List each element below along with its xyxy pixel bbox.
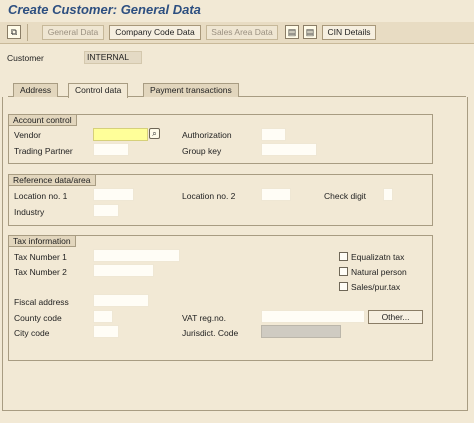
- additional-data-empties-icon[interactable]: ▤: [303, 25, 317, 39]
- vat-reg-no-label: VAT reg.no.: [182, 313, 226, 323]
- city-code-input[interactable]: [93, 325, 119, 338]
- location-no2-input[interactable]: [261, 188, 291, 201]
- tab-address-label: Address: [20, 85, 52, 95]
- trading-partner-label: Trading Partner: [14, 146, 73, 156]
- sales-pur-tax-checkbox[interactable]: [339, 282, 348, 291]
- title-bar: Create Customer: General Data: [0, 0, 474, 22]
- check-digit-input[interactable]: [383, 188, 393, 201]
- tax-number2-input[interactable]: [93, 264, 154, 277]
- group-key-input[interactable]: [261, 143, 317, 156]
- vat-reg-no-input[interactable]: [261, 310, 365, 323]
- location-no2-label: Location no. 2: [182, 191, 236, 201]
- other-customer-icon[interactable]: ⧉: [7, 25, 21, 39]
- check-digit-label: Check digit: [324, 191, 367, 201]
- equalization-tax-label: Equalizatn tax: [351, 252, 405, 262]
- location-no1-label: Location no. 1: [14, 191, 68, 201]
- search-help-icon[interactable]: ⌕: [149, 128, 160, 139]
- equalization-tax-checkbox[interactable]: [339, 252, 348, 261]
- tab-address[interactable]: Address: [13, 83, 59, 97]
- authorization-input[interactable]: [261, 128, 286, 141]
- tax-number1-input[interactable]: [93, 249, 180, 262]
- industry-input[interactable]: [93, 204, 119, 217]
- tab-control-data-label: Control data: [75, 85, 122, 95]
- other-button[interactable]: Other...: [368, 310, 423, 324]
- city-code-label: City code: [14, 328, 50, 338]
- jurisdict-code-input: [261, 325, 341, 338]
- additional-data-icon[interactable]: ▤: [285, 25, 299, 39]
- toolbar-separator: [27, 24, 28, 41]
- vendor-input[interactable]: [93, 128, 148, 141]
- county-code-label: County code: [14, 313, 62, 323]
- tax-number2-label: Tax Number 2: [14, 267, 67, 277]
- cin-details-button[interactable]: CIN Details: [322, 25, 376, 40]
- industry-label: Industry: [14, 207, 45, 217]
- tax-information-title: Tax information: [9, 236, 76, 247]
- location-no1-input[interactable]: [93, 188, 134, 201]
- company-code-data-button[interactable]: Company Code Data: [109, 25, 201, 40]
- tax-number1-label: Tax Number 1: [14, 252, 67, 262]
- reference-data-title: Reference data/area: [9, 175, 96, 186]
- page-title: Create Customer: General Data: [8, 2, 201, 17]
- group-key-label: Group key: [182, 146, 222, 156]
- fiscal-address-input[interactable]: [93, 294, 149, 307]
- authorization-label: Authorization: [182, 130, 232, 140]
- account-control-title: Account control: [9, 115, 77, 126]
- general-data-button[interactable]: General Data: [42, 25, 104, 40]
- natural-person-label: Natural person: [351, 267, 407, 277]
- jurisdict-code-label: Jurisdict. Code: [182, 328, 239, 338]
- trading-partner-input[interactable]: [93, 143, 129, 156]
- fiscal-address-label: Fiscal address: [14, 297, 69, 307]
- sales-area-data-button[interactable]: Sales Area Data: [206, 25, 278, 40]
- customer-field: INTERNAL: [84, 51, 142, 64]
- tab-control-data[interactable]: Control data: [68, 83, 129, 98]
- sales-pur-tax-label: Sales/pur.tax: [351, 282, 401, 292]
- vendor-label: Vendor: [14, 130, 41, 140]
- natural-person-checkbox[interactable]: [339, 267, 348, 276]
- tab-payment-transactions-label: Payment transactions: [150, 85, 232, 95]
- county-code-input[interactable]: [93, 310, 113, 323]
- customer-label: Customer: [7, 53, 44, 63]
- tab-payment-transactions[interactable]: Payment transactions: [143, 83, 239, 97]
